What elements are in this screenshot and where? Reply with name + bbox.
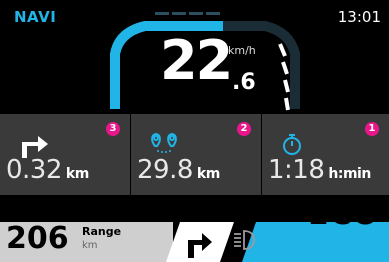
tile-next-turn[interactable]: 3 0.32 km [0,114,130,195]
status-bar: 206 Range km ECO [0,196,389,262]
tile-badge: 2 [237,122,251,136]
speed-unit: km/h [228,44,256,57]
tile-value-number: 29.8 [137,155,193,185]
range-unit: km [82,240,98,251]
tile-value: 29.8 km [137,155,220,185]
range-panel: 206 Range km [0,222,173,262]
tile-value-unit: h:min [328,166,371,182]
range-value: 206 [6,221,69,256]
mode-label: NAVI [14,8,57,26]
range-label: Range [82,225,122,238]
tile-trip-time[interactable]: 1 1:18 h:min [262,114,389,195]
tile-route-distance[interactable]: 2 29.8 km [131,114,261,195]
tile-value-number: 0.32 [6,155,62,185]
tile-value-unit: km [196,166,220,182]
nav-turn-panel [166,222,234,262]
clock: 13:01 [337,8,381,26]
tile-value: 1:18 h:min [268,155,371,185]
tile-value: 0.32 km [6,155,89,185]
assist-mode-label: ECO [307,197,379,232]
tile-badge: 3 [106,122,120,136]
tile-value-unit: km [65,166,89,182]
tile-badge: 1 [365,122,379,136]
speed-value: 22 [160,29,233,92]
speed-display: NAVI 13:01 22 km/h .6 [0,0,389,114]
headlight-icon [234,230,255,250]
tile-value-number: 1:18 [268,155,325,185]
speed-decimal: .6 [232,70,256,95]
